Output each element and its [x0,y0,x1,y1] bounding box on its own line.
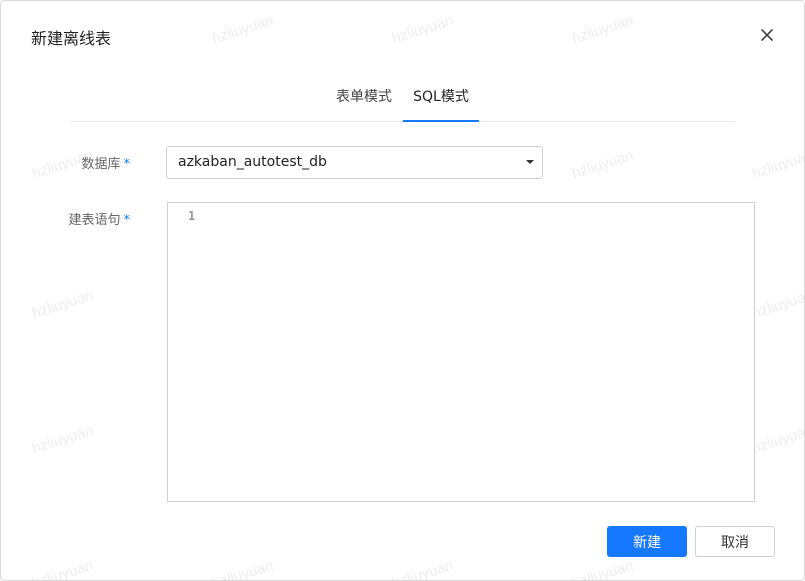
sql-editor[interactable]: 1 [167,202,755,502]
required-mark: * [123,213,131,228]
line-number: 1 [188,209,196,223]
tab-form-mode[interactable]: 表单模式 [329,79,399,120]
watermark-text: hzliuyuan [29,286,96,323]
watermark-text: hzliuyuan [209,11,276,48]
database-select[interactable]: azkaban_autotest_db [166,146,543,179]
mode-tabs: 表单模式 SQL模式 [71,79,735,122]
watermark-text: hzliuyuan [209,556,276,580]
watermark-text: hzliuyuan [569,556,636,580]
cancel-button[interactable]: 取消 [695,526,775,557]
tab-sql-mode[interactable]: SQL模式 [403,79,479,122]
database-select-value: azkaban_autotest_db [178,154,327,170]
dialog-title: 新建离线表 [31,29,112,48]
ddl-label: 建表语句 * [50,209,130,228]
watermark-text: hzliuyuan [749,421,804,458]
watermark-text: hzliuyuan [389,11,456,48]
close-button[interactable] [757,25,777,45]
database-label-text: 数据库 [81,157,121,172]
watermark-text: hzliuyuan [389,556,456,580]
watermark-text: hzliuyuan [749,146,804,183]
watermark-text: hzliuyuan [29,556,96,580]
database-label: 数据库 * [50,153,130,172]
caret-down-icon [526,160,534,164]
watermark-text: hzliuyuan [569,11,636,48]
create-offline-table-dialog: hzliuyuan hzliuyuan hzliuyuan hzliuyuan … [0,0,805,581]
watermark-text: hzliuyuan [749,286,804,323]
ddl-label-text: 建表语句 [68,213,121,228]
watermark-text: hzliuyuan [569,146,636,183]
close-icon [761,29,773,41]
required-mark: * [123,157,131,172]
create-button[interactable]: 新建 [607,526,687,557]
watermark-text: hzliuyuan [29,421,96,458]
